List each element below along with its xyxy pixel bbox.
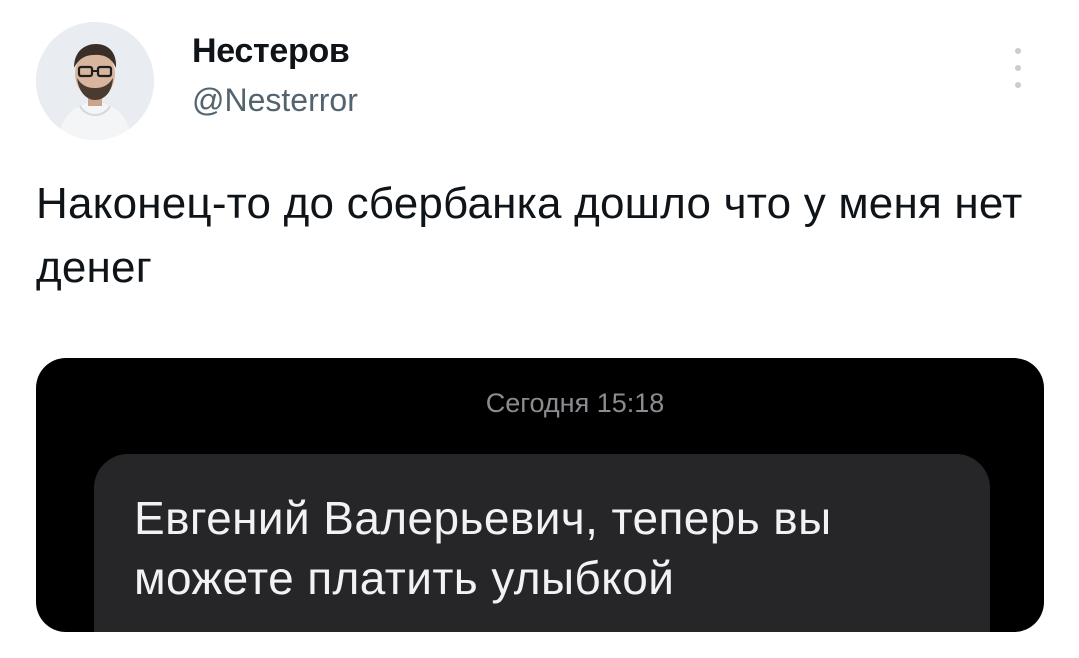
tweet-media-image[interactable]: Сегодня 15:18 Евгений Валерьевич, теперь…	[36, 358, 1044, 632]
more-vertical-icon	[1015, 48, 1021, 54]
message-bubble: Евгений Валерьевич, теперь вы можете пла…	[94, 454, 990, 632]
tweet-text: Наконец-то до сбербанка дошло что у меня…	[36, 179, 1023, 292]
author-handle[interactable]: @Nesterror	[192, 82, 358, 119]
avatar-image	[36, 22, 154, 140]
message-timestamp: Сегодня 15:18	[485, 388, 665, 418]
author-display-name[interactable]: Нестеров	[192, 32, 350, 71]
more-vertical-icon-dot	[1015, 82, 1021, 88]
more-options-button[interactable]	[1004, 44, 1032, 92]
avatar[interactable]	[36, 22, 154, 140]
more-vertical-icon-dot	[1015, 65, 1021, 71]
message-text: Евгений Валерьевич, теперь вы можете пла…	[134, 492, 832, 604]
tweet: Нестеров @Nesterror Наконец-то до сберба…	[0, 0, 1079, 658]
